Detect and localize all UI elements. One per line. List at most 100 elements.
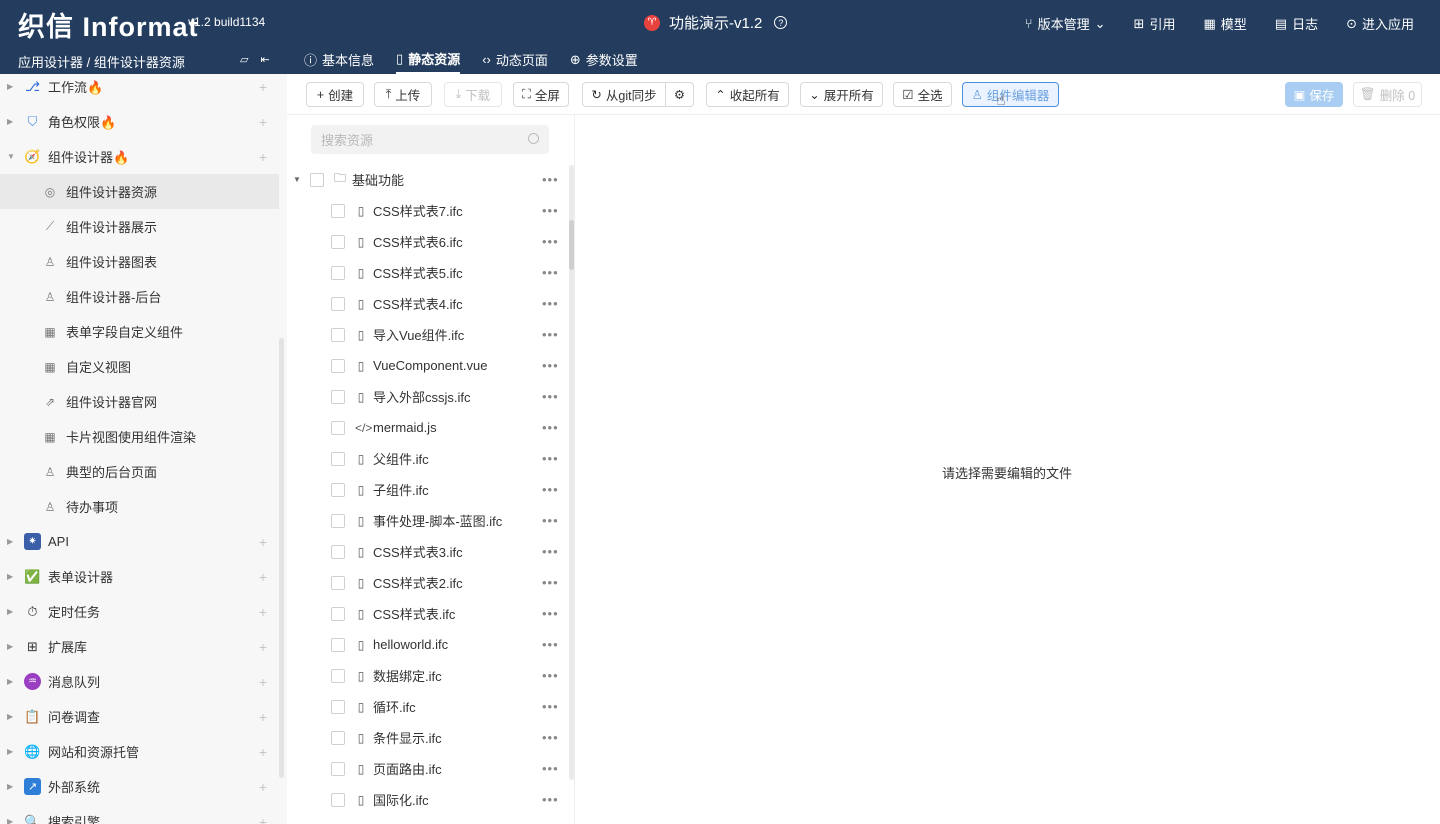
tree-file-node[interactable]: ▯ CSS样式表6.ifc •••	[331, 226, 558, 257]
caret-right-icon[interactable]: ▶	[7, 537, 13, 546]
tree-file-node[interactable]: ▯ CSS样式表4.ifc •••	[331, 288, 558, 319]
sidebar-item-roles[interactable]: ▶ ⛉ 角色权限🔥 +	[0, 104, 287, 139]
caret-down-icon[interactable]: ▼	[293, 175, 303, 184]
tree-checkbox[interactable]	[331, 606, 345, 621]
tree-file-node[interactable]: ▯ 页面路由.ifc •••	[331, 753, 558, 784]
help-icon[interactable]: ?	[774, 16, 788, 29]
tree-file-node[interactable]: ▯ VueComponent.vue •••	[331, 350, 558, 381]
tree-file-node[interactable]: ▯ 数据绑定.ifc •••	[331, 660, 558, 691]
tree-file-node[interactable]: ▯ helloworld.ifc •••	[331, 629, 558, 660]
nav-version-manage[interactable]: ⑂ 版本管理 ⌄	[1025, 14, 1106, 33]
expand-all-button[interactable]: ⌄ 展开所有	[800, 82, 883, 107]
add-icon[interactable]: +	[259, 79, 267, 95]
sidebar-item-extension-library[interactable]: ▶ ⊞ 扩展库 +	[0, 629, 287, 664]
sidebar-item-web-hosting[interactable]: ▶ 🌐 网站和资源托管 +	[0, 734, 287, 769]
tree-file-node[interactable]: ▯ 父组件.ifc •••	[331, 443, 558, 474]
more-icon[interactable]: •••	[542, 296, 559, 311]
tree-checkbox[interactable]	[331, 699, 345, 714]
sidebar-child-item[interactable]: ♙ 待办事项	[0, 489, 287, 524]
sidebar-item-api[interactable]: ▶ ✷ API +	[0, 524, 287, 559]
more-icon[interactable]: •••	[542, 234, 559, 249]
delete-button[interactable]: 🗑 删除 0	[1353, 82, 1422, 107]
caret-right-icon[interactable]: ▶	[7, 817, 13, 824]
tree-scrollbar-thumb[interactable]	[569, 220, 574, 270]
caret-right-icon[interactable]: ▶	[7, 677, 13, 686]
sidebar-child-item[interactable]: ♙ 组件设计器-后台	[0, 279, 287, 314]
sidebar-item-survey[interactable]: ▶ 📋 问卷调查 +	[0, 699, 287, 734]
tree-file-node[interactable]: ▯ 条件显示.ifc •••	[331, 722, 558, 753]
add-icon[interactable]: +	[259, 114, 267, 130]
sidebar-child-item[interactable]: ▦ 自定义视图	[0, 349, 287, 384]
tree-checkbox[interactable]	[331, 327, 345, 342]
tree-checkbox[interactable]	[331, 389, 345, 404]
tree-file-node[interactable]: ▯ 国际化.ifc •••	[331, 784, 558, 815]
search-icon[interactable]	[528, 133, 539, 144]
tree-file-node[interactable]: </> mermaid.js •••	[331, 412, 558, 443]
more-icon[interactable]: •••	[542, 482, 559, 497]
add-icon[interactable]: +	[259, 639, 267, 655]
save-button[interactable]: ▣ 保存	[1285, 82, 1343, 107]
tree-scrollbar[interactable]	[569, 165, 574, 780]
more-icon[interactable]: •••	[542, 203, 559, 218]
tree-checkbox[interactable]	[331, 668, 345, 683]
tree-checkbox[interactable]	[310, 172, 324, 187]
nav-reference[interactable]: ⊞ 引用	[1134, 14, 1176, 33]
more-icon[interactable]: •••	[542, 389, 559, 404]
more-icon[interactable]: •••	[542, 358, 559, 373]
more-icon[interactable]: •••	[542, 668, 559, 683]
tree-checkbox[interactable]	[331, 358, 345, 373]
more-icon[interactable]: •••	[542, 327, 559, 342]
add-icon[interactable]: +	[259, 534, 267, 550]
app-title-area[interactable]: ♈ 功能演示-v1.2 ?	[644, 12, 788, 33]
tab-dynamic-pages[interactable]: ‹› 动态页面	[482, 45, 548, 74]
more-icon[interactable]: •••	[542, 420, 559, 435]
tree-checkbox[interactable]	[331, 420, 345, 435]
tree-file-node[interactable]: ▯ 导入Vue组件.ifc •••	[331, 319, 558, 350]
tree-file-node[interactable]: ▯ CSS样式表7.ifc •••	[331, 195, 558, 226]
more-icon[interactable]: •••	[542, 761, 559, 776]
tree-checkbox[interactable]	[331, 544, 345, 559]
sidebar-item-scheduled-tasks[interactable]: ▶ ⏱ 定时任务 +	[0, 594, 287, 629]
tree-checkbox[interactable]	[331, 575, 345, 590]
add-icon[interactable]: +	[259, 709, 267, 725]
tree-checkbox[interactable]	[331, 296, 345, 311]
tree-checkbox[interactable]	[331, 234, 345, 249]
tree-file-node[interactable]: ▯ 循环.ifc •••	[331, 691, 558, 722]
add-icon[interactable]: +	[259, 149, 267, 165]
upload-button[interactable]: ⤒ 上传	[374, 82, 432, 107]
tree-file-node[interactable]: ▯ CSS样式表3.ifc •••	[331, 536, 558, 567]
tree-checkbox[interactable]	[331, 203, 345, 218]
caret-down-icon[interactable]: ▼	[7, 152, 15, 161]
caret-right-icon[interactable]: ▶	[7, 117, 13, 126]
sidebar-child-item[interactable]: ▦ 卡片视图使用组件渲染	[0, 419, 287, 454]
sidebar-child-item[interactable]: ♙ 组件设计器图表	[0, 244, 287, 279]
more-icon[interactable]: •••	[542, 575, 559, 590]
tab-parameters[interactable]: ⊕ 参数设置	[570, 45, 638, 74]
sidebar-item-component-designer[interactable]: ▼ 🧭 组件设计器🔥 +	[0, 139, 287, 174]
tree-checkbox[interactable]	[331, 792, 345, 807]
tree-file-node[interactable]: ▯ 子组件.ifc •••	[331, 474, 558, 505]
caret-right-icon[interactable]: ▶	[7, 712, 13, 721]
sidebar-item-workflow[interactable]: ▶ ⎇ 工作流🔥 +	[0, 74, 287, 104]
sidebar-scrollbar[interactable]	[279, 338, 284, 778]
create-button[interactable]: + 创建	[306, 82, 364, 107]
caret-right-icon[interactable]: ▶	[7, 607, 13, 616]
add-icon[interactable]: +	[259, 604, 267, 620]
nav-model[interactable]: ▦ 模型	[1203, 14, 1246, 33]
sidebar-item-search-engine[interactable]: ▶ 🔍 搜索引擎 +	[0, 804, 287, 824]
tree-folder-node[interactable]: ▼ 🗀 基础功能 •••	[293, 164, 558, 195]
add-icon[interactable]: +	[259, 814, 267, 824]
git-settings-button[interactable]: ⚙	[665, 82, 694, 107]
tree-file-node[interactable]: ▯ CSS样式表5.ifc •••	[331, 257, 558, 288]
tree-checkbox[interactable]	[331, 513, 345, 528]
more-icon[interactable]: •••	[542, 265, 559, 280]
tree-checkbox[interactable]	[331, 265, 345, 280]
sidebar-child-item[interactable]: ▦ 表单字段自定义组件	[0, 314, 287, 349]
add-icon[interactable]: +	[259, 779, 267, 795]
download-button[interactable]: ⤓ 下载	[444, 82, 502, 107]
add-icon[interactable]: +	[259, 744, 267, 760]
collapse-sidebar-icon[interactable]: ⇤	[260, 53, 269, 66]
more-icon[interactable]: •••	[542, 513, 559, 528]
tree-checkbox[interactable]	[331, 482, 345, 497]
nav-enter-app[interactable]: ⊙ 进入应用	[1346, 14, 1414, 33]
